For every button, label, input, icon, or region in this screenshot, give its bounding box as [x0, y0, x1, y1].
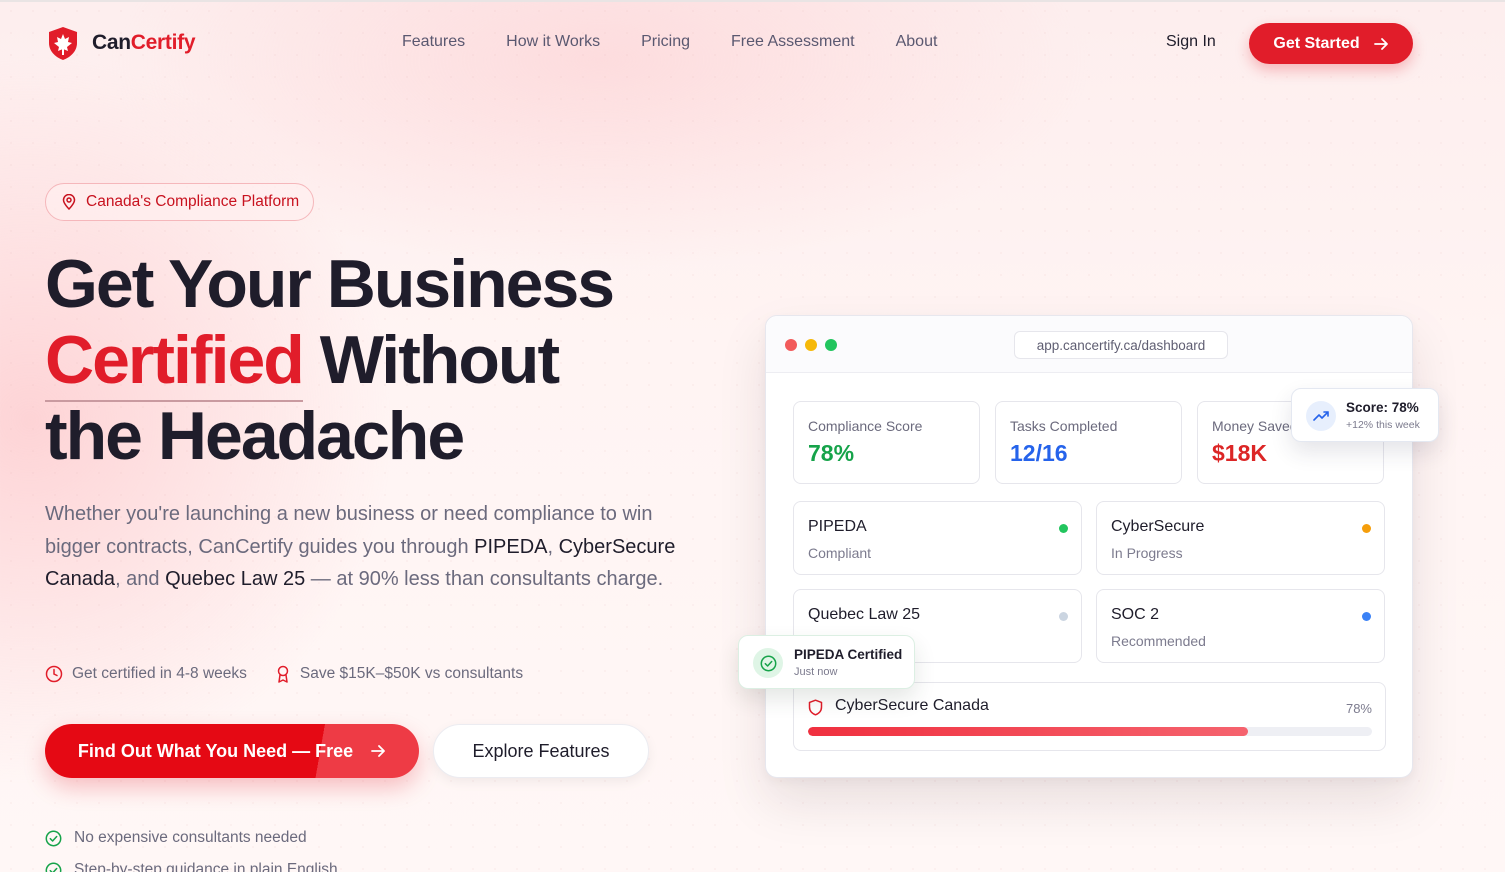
sign-in-link[interactable]: Sign In: [1166, 33, 1216, 51]
address-bar: app.cancertify.ca/dashboard: [1014, 331, 1228, 359]
stat-compliance-score: Compliance Score 78%: [793, 401, 980, 484]
nav-link-pricing[interactable]: Pricing: [641, 33, 690, 51]
explore-features-button[interactable]: Explore Features: [433, 724, 649, 778]
get-started-button[interactable]: Get Started: [1249, 23, 1413, 64]
headline-highlight: Certified: [45, 322, 305, 402]
close-dot: [785, 339, 797, 351]
clock-icon: [45, 665, 63, 683]
fact-savings: Save $15K–$50K vs consultants: [275, 665, 523, 683]
status-dot: [1362, 612, 1371, 621]
check-circle-icon: [45, 862, 62, 872]
nav-link-about[interactable]: About: [896, 33, 938, 51]
benefit-item: Step-by-step guidance in plain English: [45, 854, 338, 872]
pipeda-term: PIPEDA: [474, 535, 548, 558]
find-out-label: Find Out What You Need — Free: [77, 740, 354, 761]
find-out-button[interactable]: Find Out What You Need — Free: [45, 724, 419, 778]
standard-card-cybersecure[interactable]: CyberSecure In Progress: [1096, 501, 1385, 575]
window-controls: [785, 339, 837, 351]
arrow-right-icon: [371, 745, 386, 757]
benefit-item: No expensive consultants needed: [45, 822, 338, 854]
browser-bar: app.cancertify.ca/dashboard: [766, 316, 1412, 373]
progress-card: CyberSecure Canada 78%: [793, 682, 1386, 751]
headline-line2: Without: [302, 322, 560, 398]
logo[interactable]: CanCertify: [44, 25, 196, 61]
hero-description: Whether you're launching a new business …: [45, 503, 676, 590]
check-circle-icon: [45, 830, 62, 846]
maximize-dot: [825, 339, 837, 351]
benefit-list: No expensive consultants needed Step-by-…: [45, 822, 338, 872]
shield-icon: [808, 699, 823, 716]
hero-facts: Get certified in 4-8 weeks Save $15K–$50…: [45, 665, 523, 683]
location-pin-icon: [62, 194, 76, 210]
standard-card-soc2[interactable]: SOC 2 Recommended: [1096, 589, 1385, 663]
status-dot: [1362, 524, 1371, 533]
top-nav: CanCertify Features How it Works Pricing…: [0, 0, 1505, 86]
badge-label: Canada's Compliance Platform: [86, 193, 300, 210]
progress-fill: [808, 727, 1248, 736]
standard-card-pipeda[interactable]: PIPEDA Compliant: [793, 501, 1082, 575]
quebec-law-term: Quebec Law 25: [165, 568, 306, 590]
award-icon: [277, 665, 289, 683]
minimize-dot: [805, 339, 817, 351]
arrow-right-icon: [1373, 37, 1388, 50]
platform-badge: Canada's Compliance Platform: [45, 183, 315, 221]
status-dot: [1059, 524, 1068, 533]
brand-name: CanCertify: [92, 31, 196, 54]
score-toast: Score: 78% +12% this week: [1291, 388, 1439, 442]
progress-track: [808, 727, 1372, 736]
headline-line1: Get Your Business: [45, 246, 615, 322]
maple-shield-icon: [49, 27, 77, 60]
nav-link-how-it-works[interactable]: How it Works: [506, 33, 600, 51]
status-dot: [1059, 612, 1068, 621]
stat-tasks-completed: Tasks Completed 12/16: [995, 401, 1182, 484]
hero-headline: Get Your Business Certified Without the …: [45, 246, 725, 474]
nav-links: Features How it Works Pricing Free Asses…: [402, 33, 978, 51]
trending-up-icon: [1313, 411, 1329, 421]
certified-toast: PIPEDA Certified Just now: [738, 635, 915, 689]
nav-link-features[interactable]: Features: [402, 33, 465, 51]
fact-timeframe: Get certified in 4-8 weeks: [45, 665, 247, 683]
check-circle-icon: [760, 655, 776, 671]
nav-link-free-assessment[interactable]: Free Assessment: [731, 33, 855, 51]
dashboard-preview: app.cancertify.ca/dashboard Compliance S…: [765, 315, 1413, 778]
headline-line3: the Headache: [45, 398, 465, 474]
get-started-label: Get Started: [1273, 34, 1360, 52]
